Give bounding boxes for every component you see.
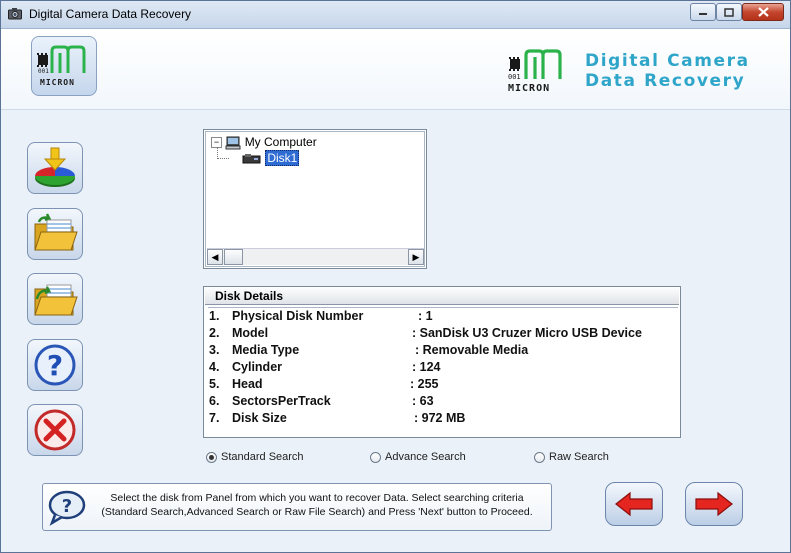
- back-button[interactable]: [605, 482, 663, 526]
- advance-search-radio[interactable]: Advance Search: [370, 451, 466, 463]
- detail-row: 5. Head : 255: [208, 377, 678, 394]
- next-button[interactable]: [685, 482, 743, 526]
- standard-search-radio[interactable]: Standard Search: [206, 451, 304, 463]
- brand-micron-logo-icon: 001 MICRON: [508, 49, 562, 94]
- detail-num: 2.: [209, 326, 220, 340]
- detail-row: 7. Disk Size : 972 MB: [208, 411, 678, 428]
- minimize-button[interactable]: [690, 3, 716, 21]
- brand-title: Digital Camera Data Recovery: [585, 51, 750, 91]
- svg-text:001: 001: [508, 73, 521, 81]
- save-folder-button[interactable]: [27, 273, 83, 325]
- app-window: Digital Camera Data Recovery 001 MICRON: [0, 0, 791, 553]
- minimize-icon: [699, 13, 707, 15]
- title-bar[interactable]: Digital Camera Data Recovery: [1, 1, 790, 29]
- detail-row: 6. SectorsPerTrack : 63: [208, 394, 678, 411]
- folder-open-icon: [34, 213, 78, 251]
- speech-question-icon: ?: [48, 490, 86, 526]
- open-folder-button[interactable]: [27, 208, 83, 260]
- detail-value: : 124: [412, 360, 441, 374]
- detail-value: : 1: [418, 309, 433, 323]
- app-logo-button[interactable]: 001 MICRON: [31, 36, 97, 96]
- disk-details-list: 1. Physical Disk Number : 1 2. Model : S…: [208, 307, 678, 428]
- disk-details-heading: Disk Details: [205, 288, 679, 305]
- instruction-text: Select the disk from Panel from which yo…: [101, 492, 533, 518]
- svg-text:001: 001: [38, 68, 49, 75]
- radio-label: Raw Search: [549, 451, 609, 463]
- close-button[interactable]: [742, 3, 784, 21]
- disk-tree-view[interactable]: − My Computer Disk1 ◀ ▶: [203, 129, 427, 269]
- tree-node-disk1[interactable]: Disk1: [242, 150, 300, 166]
- detail-num: 3.: [209, 343, 220, 357]
- brand-line-1: Digital Camera: [585, 51, 750, 71]
- detail-num: 5.: [209, 377, 220, 391]
- removable-disk-icon: [242, 153, 261, 164]
- svg-text:?: ?: [47, 349, 63, 382]
- radio-dot[interactable]: [534, 451, 545, 463]
- tree-area: [205, 131, 425, 267]
- tree-node-my-computer[interactable]: − My Computer: [211, 135, 317, 150]
- svg-text:MICRON: MICRON: [40, 78, 75, 87]
- detail-key: Disk Size: [232, 411, 287, 425]
- detail-row: 1. Physical Disk Number : 1: [208, 309, 678, 326]
- detail-key: SectorsPerTrack: [232, 394, 331, 408]
- window-controls: [690, 3, 784, 21]
- micron-logo-icon: 001 MICRON: [37, 45, 86, 87]
- tree-connector-h: [217, 158, 229, 160]
- tree-label-my-computer: My Computer: [244, 135, 317, 149]
- radio-label: Standard Search: [221, 451, 304, 463]
- detail-value: : Removable Media: [415, 343, 529, 357]
- question-icon: ?: [34, 344, 76, 386]
- detail-key: Cylinder: [232, 360, 283, 374]
- radio-label: Advance Search: [385, 451, 466, 463]
- right-arrow-icon: [695, 491, 733, 517]
- detail-value: : 63: [412, 394, 434, 408]
- detail-value: : SanDisk U3 Cruzer Micro USB Device: [412, 326, 642, 340]
- detail-key: Model: [232, 326, 269, 340]
- exit-button[interactable]: [27, 404, 83, 456]
- scroll-thumb[interactable]: [224, 249, 243, 265]
- detail-num: 7.: [209, 411, 220, 425]
- computer-icon: [225, 136, 241, 150]
- detail-value: : 972 MB: [414, 411, 466, 425]
- header-banner: 001 MICRON 001 MICRON Digital Camera Dat…: [1, 29, 790, 110]
- detail-key: Head: [232, 377, 263, 391]
- help-button[interactable]: ?: [27, 339, 83, 391]
- detail-num: 6.: [209, 394, 220, 408]
- scroll-left-button[interactable]: ◀: [207, 249, 223, 265]
- detail-num: 4.: [209, 360, 220, 374]
- red-x-icon: [34, 409, 76, 451]
- folder-export-icon: [34, 284, 78, 316]
- horizontal-scrollbar[interactable]: ◀ ▶: [207, 248, 424, 265]
- radio-dot[interactable]: [206, 451, 217, 463]
- detail-key: Physical Disk Number: [232, 309, 364, 323]
- brand-line-2: Data Recovery: [585, 71, 746, 91]
- disk-recovery-button[interactable]: [27, 142, 83, 194]
- window-title: Digital Camera Data Recovery: [29, 7, 192, 21]
- detail-num: 1.: [209, 309, 220, 323]
- disk-details-panel: Disk Details 1. Physical Disk Number : 1…: [203, 286, 681, 438]
- camera-icon: [8, 8, 22, 20]
- maximize-button[interactable]: [716, 3, 742, 21]
- disk-pie-download-icon: [35, 147, 75, 187]
- radio-dot[interactable]: [370, 451, 381, 463]
- maximize-icon: [724, 7, 734, 17]
- detail-row: 2. Model : SanDisk U3 Cruzer Micro USB D…: [208, 326, 678, 343]
- detail-value: : 255: [410, 377, 439, 391]
- svg-text:MICRON: MICRON: [508, 83, 550, 94]
- raw-search-radio[interactable]: Raw Search: [534, 451, 609, 463]
- detail-key: Media Type: [232, 343, 300, 357]
- svg-text:?: ?: [62, 496, 72, 517]
- scroll-right-button[interactable]: ▶: [408, 249, 424, 265]
- close-icon: [757, 7, 769, 17]
- instruction-box: ? Select the disk from Panel from which …: [42, 483, 552, 531]
- detail-row: 4. Cylinder : 124: [208, 360, 678, 377]
- detail-row: 3. Media Type : Removable Media: [208, 343, 678, 360]
- left-arrow-icon: [615, 491, 653, 517]
- tree-label-disk1: Disk1: [265, 150, 300, 166]
